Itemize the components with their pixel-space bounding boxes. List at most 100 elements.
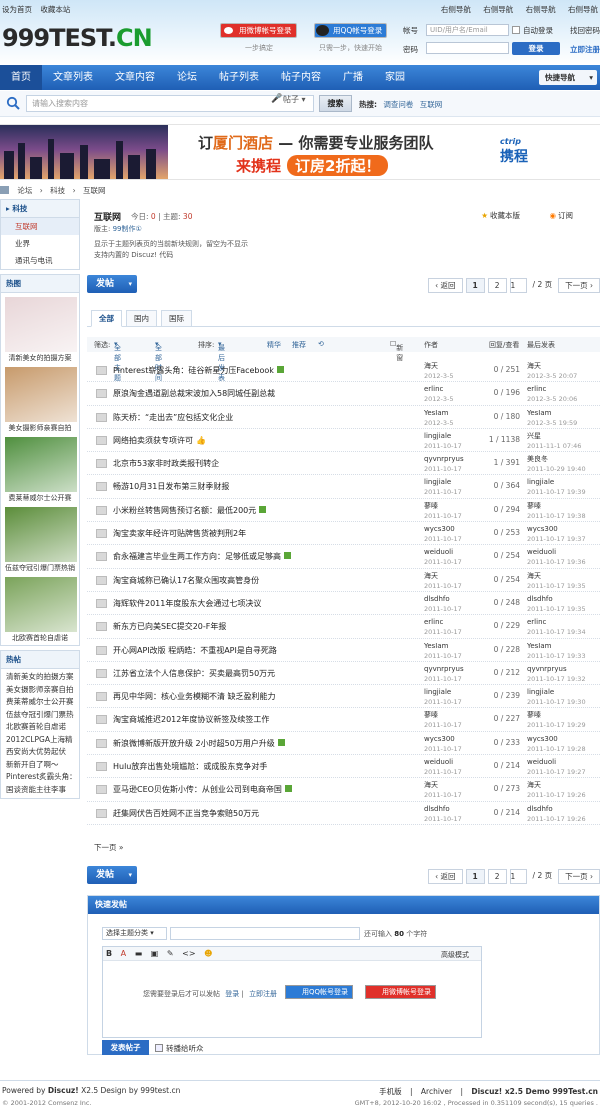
filter-recommend[interactable]: 推荐 bbox=[292, 340, 306, 350]
moderator-link[interactable]: 99制作① bbox=[113, 225, 142, 233]
thread-folder-icon[interactable] bbox=[96, 389, 107, 399]
last-poster-link[interactable]: 蓼嗪 bbox=[527, 502, 541, 510]
thread-title-link[interactable]: 北京市53家非时政类报刊转企 bbox=[113, 458, 413, 469]
hot-image[interactable] bbox=[5, 507, 77, 562]
refresh-icon[interactable]: ⟲ bbox=[318, 340, 324, 348]
thread-folder-icon[interactable] bbox=[96, 762, 107, 772]
thread-title-link[interactable]: 新东方已向美SEC提交20-F年报 bbox=[113, 621, 413, 632]
thread-title-link[interactable]: 亚马逊CEO贝佐斯小传：从创业公司到电商帝国 bbox=[113, 784, 413, 795]
font-color-icon[interactable]: A bbox=[121, 949, 126, 958]
editor-login-link[interactable]: 登录 bbox=[225, 990, 239, 998]
login-button[interactable]: 登录 bbox=[512, 42, 560, 55]
thread-title-link[interactable]: Hulu放弃出售处境尴尬：或成股东竞争对手 bbox=[113, 761, 413, 772]
pager-input[interactable]: 1 bbox=[509, 278, 527, 293]
site-demo-link[interactable]: Discuz! x2.5 Demo 999Test.cn bbox=[471, 1087, 598, 1096]
thread-title-link[interactable]: 原浪淘金遇道副总裁宋波加入58同城任副总裁 bbox=[113, 388, 413, 399]
pager-page-2[interactable]: 2 bbox=[487, 869, 507, 884]
author-link[interactable]: lingjiale bbox=[424, 478, 451, 486]
password-input[interactable] bbox=[426, 42, 509, 54]
hot-post-link[interactable]: 费莱蒂威尔士公开赛 bbox=[6, 696, 74, 709]
hot-image-caption[interactable]: 伍兹夺冠引爆门票热销 bbox=[1, 563, 79, 573]
nav-thread-list[interactable]: 帖子列表 bbox=[208, 65, 270, 90]
microphone-icon[interactable]: 🎤 bbox=[271, 94, 282, 104]
hot-search-link[interactable]: 调查问卷 bbox=[383, 100, 413, 109]
hot-image[interactable] bbox=[5, 297, 77, 352]
author-link[interactable]: wycs300 bbox=[424, 525, 455, 533]
author-link[interactable]: 海天 bbox=[424, 572, 438, 580]
thread-title-link[interactable]: 开心网API改版 程炳皓：不重视API是自寻死路 bbox=[113, 645, 413, 656]
breadcrumb-current[interactable]: 互联网 bbox=[83, 186, 106, 195]
quote-icon[interactable]: ✎ bbox=[167, 949, 174, 958]
hot-image[interactable] bbox=[5, 577, 77, 632]
new-thread-button[interactable]: 发帖 bbox=[87, 275, 137, 293]
thread-folder-icon[interactable] bbox=[96, 505, 107, 515]
category-title[interactable]: ▸ 科技 bbox=[1, 200, 79, 218]
bold-icon[interactable]: B bbox=[106, 949, 112, 958]
ad-banner[interactable]: 订厦门酒店 — 你需要专业服务团队 来携程 订房2折起！ ctrip 携程 bbox=[0, 124, 600, 180]
author-link[interactable]: 海天 bbox=[424, 781, 438, 789]
thread-folder-icon[interactable] bbox=[96, 435, 107, 445]
pager-next[interactable]: 下一页 › bbox=[558, 869, 600, 884]
author-link[interactable]: qyvnrpryus bbox=[424, 665, 464, 673]
rss-subscribe-link[interactable]: 订阅 bbox=[549, 210, 573, 221]
last-poster-link[interactable]: erlinc bbox=[527, 385, 546, 393]
thread-title-link[interactable]: 新浪微博新版开放升级 2小时超50万用户升级 bbox=[113, 738, 413, 749]
thread-title-link[interactable]: 畅游10月31日发布第三财季财报 bbox=[113, 481, 413, 492]
thread-title-link[interactable]: 淘宝商城称已确认17名聚众围攻高管身份 bbox=[113, 575, 413, 586]
last-poster-link[interactable]: 海天 bbox=[527, 572, 541, 580]
set-homepage-link[interactable]: 设为首页 bbox=[2, 5, 32, 14]
weibo-login-button[interactable]: 用微博帐号登录 bbox=[220, 23, 297, 38]
hot-post-link[interactable]: 国谈资能主往李事 bbox=[6, 784, 74, 797]
thread-title-link[interactable]: 淘宝商城推迟2012年度协议新签及续签工作 bbox=[113, 714, 413, 725]
pager-back[interactable]: ‹ 返回 bbox=[428, 278, 463, 293]
account-input[interactable]: UID/用户名/Email bbox=[426, 24, 509, 36]
breadcrumb-category[interactable]: 科技 bbox=[50, 186, 65, 195]
image-icon[interactable]: ▣ bbox=[151, 949, 159, 958]
last-poster-link[interactable]: lingjiale bbox=[527, 478, 554, 486]
pager-page-1[interactable]: 1 bbox=[465, 869, 485, 884]
thread-folder-icon[interactable] bbox=[96, 529, 107, 539]
mobile-link[interactable]: 手机版 bbox=[379, 1087, 402, 1096]
thread-folder-icon[interactable] bbox=[96, 598, 107, 608]
thread-title-link[interactable]: 小米粉丝转售网售预订名额：最低200元 bbox=[113, 505, 413, 516]
nav-article-list[interactable]: 文章列表 bbox=[42, 65, 104, 90]
thread-folder-icon[interactable] bbox=[96, 575, 107, 585]
hot-post-link[interactable]: 新新开自了啊～ bbox=[6, 759, 74, 772]
filter-all-time[interactable]: 全部时间 ▾ bbox=[155, 340, 162, 382]
last-poster-link[interactable]: dlsdhfo bbox=[527, 805, 553, 813]
right-nav-link[interactable]: 右侧导航 bbox=[568, 5, 598, 14]
last-poster-link[interactable]: erlinc bbox=[527, 618, 546, 626]
site-logo[interactable]: 999TEST.CN bbox=[2, 24, 153, 52]
auto-login-checkbox[interactable] bbox=[512, 26, 520, 34]
forgot-password-link[interactable]: 找回密码 bbox=[570, 25, 600, 36]
last-poster-link[interactable]: YesIam bbox=[527, 642, 551, 650]
hot-post-link[interactable]: 2012CLPGA上海精 bbox=[6, 734, 74, 747]
author-link[interactable]: YesIam bbox=[424, 409, 448, 417]
pager-back[interactable]: ‹ 返回 bbox=[428, 869, 463, 884]
right-nav-link[interactable]: 右侧导航 bbox=[526, 5, 556, 14]
thread-category-select[interactable]: 选择主题分类 ▾ bbox=[102, 927, 167, 940]
thread-title-link[interactable]: 俞永福建言毕业生两工作方向：足够低或足够高 bbox=[113, 551, 413, 562]
thread-folder-icon[interactable] bbox=[96, 715, 107, 725]
author-link[interactable]: lingjiale bbox=[424, 432, 451, 440]
author-link[interactable]: weiduoli bbox=[424, 758, 453, 766]
thread-title-link[interactable]: 淘宝卖家年经许可贴牌售货被判刑2年 bbox=[113, 528, 413, 539]
hot-post-link[interactable]: 清新美女的拍摄方案 bbox=[6, 671, 74, 684]
author-link[interactable]: 海天 bbox=[424, 362, 438, 370]
tab-domestic[interactable]: 国内 bbox=[126, 310, 157, 327]
code-icon[interactable]: <> bbox=[182, 949, 195, 958]
hot-post-link[interactable]: 伍兹夺冠引爆门票热 bbox=[6, 709, 74, 722]
author-link[interactable]: YesIam bbox=[424, 642, 448, 650]
nav-article-content[interactable]: 文章内容 bbox=[104, 65, 166, 90]
author-link[interactable]: dlsdhfo bbox=[424, 595, 450, 603]
nav-home[interactable]: 首页 bbox=[0, 65, 42, 90]
thread-title-link[interactable]: 陈天桥：“走出去”应包括文化企业 bbox=[113, 412, 413, 423]
thread-folder-icon[interactable] bbox=[96, 482, 107, 492]
hot-post-link[interactable]: 北欧赛首轮自虐诺 bbox=[6, 721, 74, 734]
home-icon[interactable] bbox=[0, 186, 9, 194]
last-poster-link[interactable]: wycs300 bbox=[527, 735, 558, 743]
last-poster-link[interactable]: qyvnrpryus bbox=[527, 665, 567, 673]
author-link[interactable]: wycs300 bbox=[424, 735, 455, 743]
thread-folder-icon[interactable] bbox=[96, 738, 107, 748]
hot-image[interactable] bbox=[5, 367, 77, 422]
